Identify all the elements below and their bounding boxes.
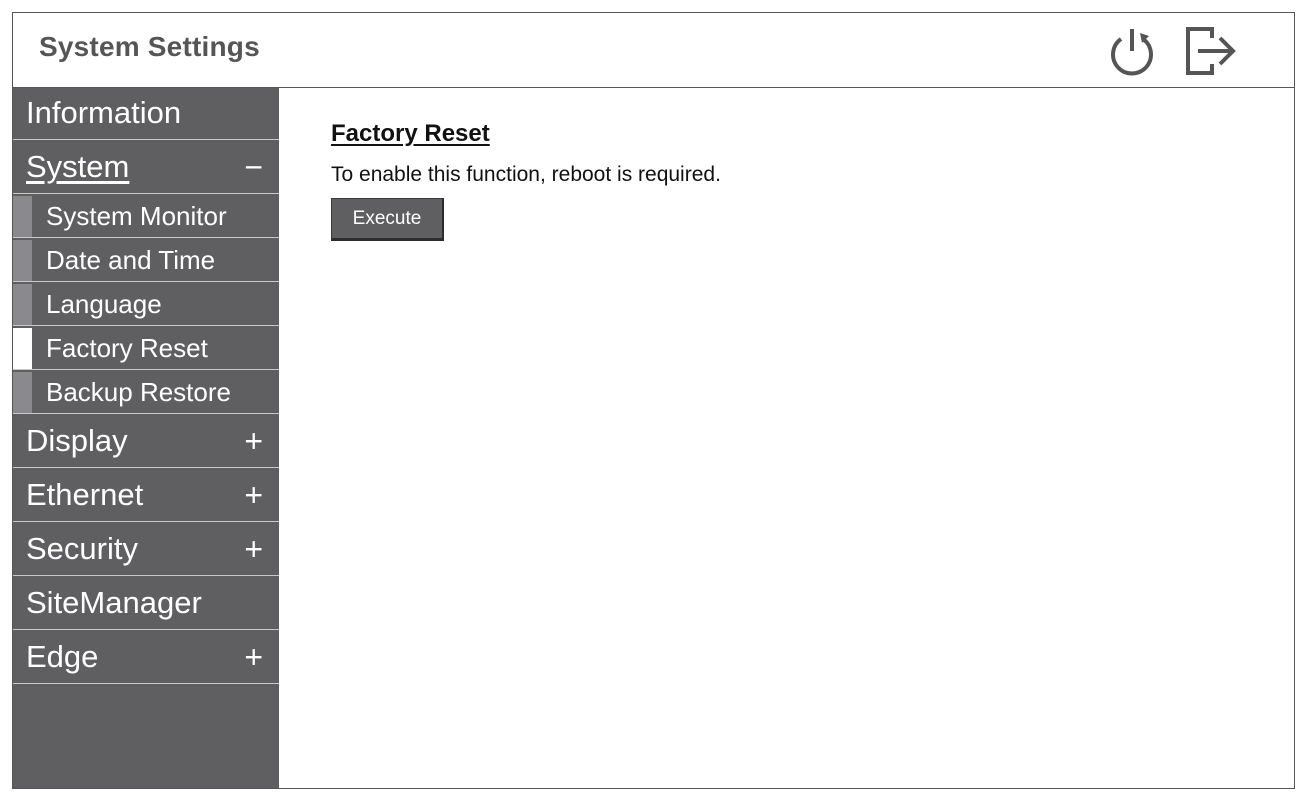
expand-icon[interactable]: + [244, 524, 263, 574]
sidebar-nav: Information System − System Monitor Date… [13, 88, 279, 788]
sidebar-subitem-label: System Monitor [46, 201, 227, 231]
sidebar-subitem-factory-reset[interactable]: Factory Reset [13, 328, 279, 370]
sidebar-item-display[interactable]: Display + [13, 416, 279, 468]
sidebar-subitem-label: Backup Restore [46, 377, 231, 407]
sidebar-subitem-label: Language [46, 289, 162, 319]
collapse-icon[interactable]: − [244, 142, 263, 192]
sidebar-item-information[interactable]: Information [13, 88, 279, 140]
execute-button[interactable]: Execute [331, 198, 444, 241]
subitem-marker [13, 196, 32, 237]
sidebar-subitem-system-monitor[interactable]: System Monitor [13, 196, 279, 238]
subitem-marker [13, 284, 32, 325]
page-title: Factory Reset [331, 120, 490, 147]
sidebar-item-edge[interactable]: Edge + [13, 632, 279, 684]
power-icon[interactable] [1104, 23, 1160, 79]
expand-icon[interactable]: + [244, 416, 263, 466]
header-bar: System Settings [13, 13, 1294, 88]
sidebar-item-label: SiteManager [26, 585, 202, 620]
sidebar-item-security[interactable]: Security + [13, 524, 279, 576]
sidebar-item-label: Display [26, 423, 128, 458]
sidebar-item-label: Security [26, 531, 138, 566]
sidebar-subitem-label: Factory Reset [46, 333, 208, 363]
app-title: System Settings [39, 31, 260, 62]
sidebar-item-label: Information [26, 95, 182, 130]
sidebar-item-sitemanager[interactable]: SiteManager [13, 578, 279, 630]
main-content: Factory Reset To enable this function, r… [279, 88, 1294, 788]
sidebar-subitem-backup-restore[interactable]: Backup Restore [13, 372, 279, 414]
subitem-marker-active [13, 328, 32, 369]
sidebar-item-system[interactable]: System − [13, 142, 279, 194]
page-description: To enable this function, reboot is requi… [331, 163, 721, 186]
sidebar-item-ethernet[interactable]: Ethernet + [13, 470, 279, 522]
logout-icon[interactable] [1182, 23, 1238, 79]
sidebar-subitem-language[interactable]: Language [13, 284, 279, 326]
app-window: System Settings Information System − Sys… [12, 12, 1295, 789]
subitem-marker [13, 240, 32, 281]
sidebar-subitem-date-and-time[interactable]: Date and Time [13, 240, 279, 282]
sidebar-item-label: System [26, 149, 130, 184]
sidebar-item-label: Ethernet [26, 477, 144, 512]
sidebar-subitem-label: Date and Time [46, 245, 216, 275]
expand-icon[interactable]: + [244, 632, 263, 682]
power-icon-graphic [1111, 29, 1153, 76]
expand-icon[interactable]: + [244, 470, 263, 520]
subitem-marker [13, 372, 32, 413]
logout-icon-graphic [1186, 27, 1236, 75]
sidebar-item-label: Edge [26, 639, 99, 674]
